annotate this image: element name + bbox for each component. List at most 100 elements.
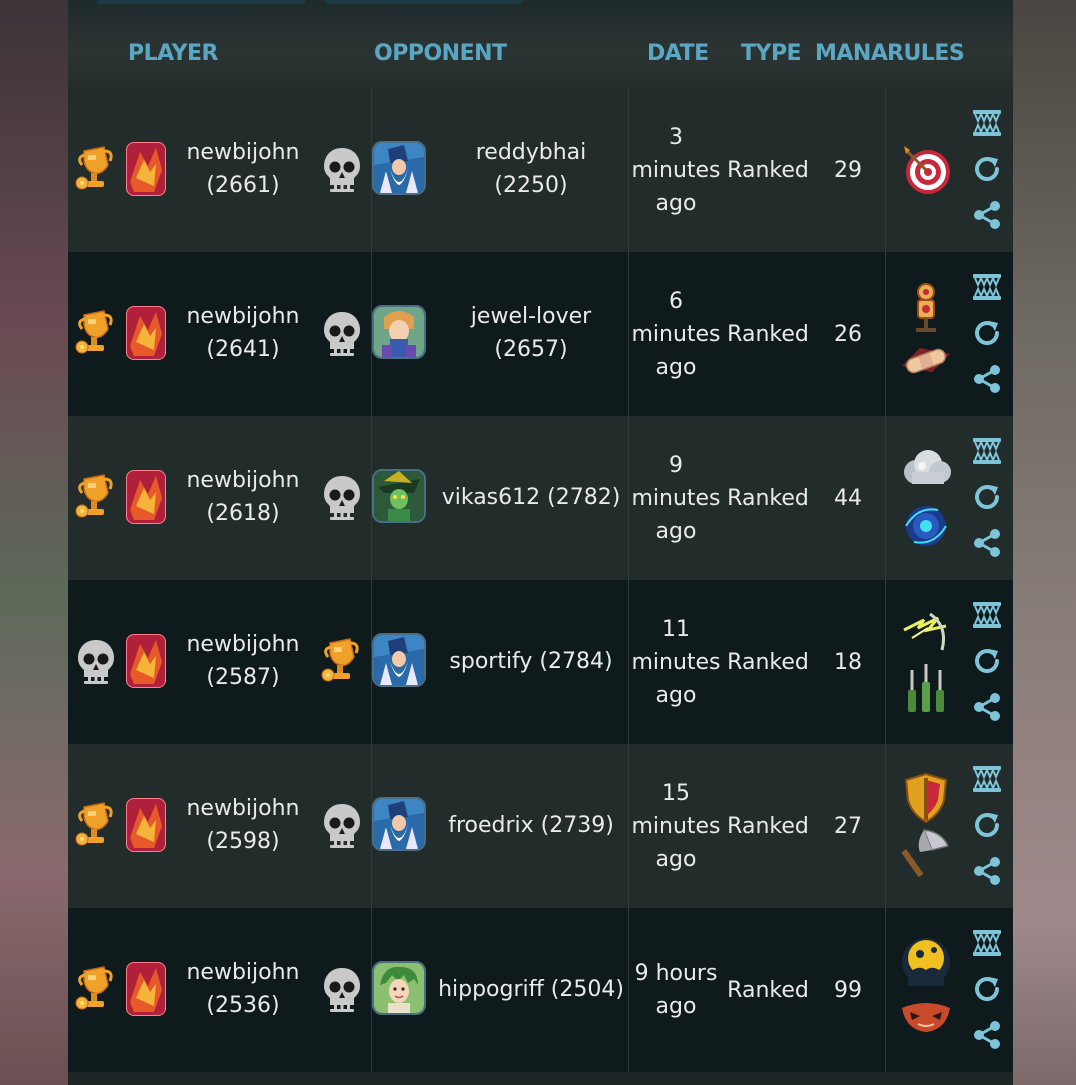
monster-teeth-icon[interactable] bbox=[970, 434, 1004, 468]
header-player[interactable]: PLAYER bbox=[128, 38, 218, 70]
opponent-name[interactable]: hippogriff (2504) bbox=[438, 973, 624, 1006]
battle-row[interactable]: newbijohn (2618) vikas612 (2782) 9 minut… bbox=[68, 416, 1013, 580]
claws-rule-icon[interactable] bbox=[898, 660, 954, 716]
trophy-icon bbox=[74, 472, 118, 522]
background-art-right bbox=[1013, 0, 1076, 1085]
replay-icon[interactable] bbox=[970, 972, 1004, 1006]
replay-icon[interactable] bbox=[970, 480, 1004, 514]
opponent-avatar[interactable] bbox=[372, 305, 426, 359]
target-rule-icon[interactable] bbox=[898, 142, 954, 198]
shield-rule-icon[interactable] bbox=[898, 770, 954, 826]
background-art-left bbox=[0, 0, 68, 1085]
column-divider bbox=[885, 580, 886, 744]
opponent-name-line2[interactable]: (2657) bbox=[494, 333, 567, 366]
battle-row[interactable]: newbijohn (2587) sportify (2784) 11 minu… bbox=[68, 580, 1013, 744]
moon-rule-icon[interactable] bbox=[898, 934, 954, 990]
battle-type: Ranked bbox=[727, 814, 809, 839]
share-icon[interactable] bbox=[970, 854, 1004, 888]
header-type[interactable]: TYPE bbox=[741, 38, 802, 70]
mask-rule-icon[interactable] bbox=[898, 988, 954, 1044]
player-name[interactable]: newbijohn bbox=[186, 628, 299, 661]
axe-rule-icon[interactable] bbox=[898, 824, 954, 880]
header-date[interactable]: DATE bbox=[647, 38, 709, 70]
player-avatar[interactable] bbox=[126, 962, 166, 1016]
rules-cell bbox=[898, 764, 954, 888]
vortex-rule-icon[interactable] bbox=[898, 496, 954, 552]
column-divider bbox=[885, 416, 886, 580]
bandage-rule-icon[interactable] bbox=[898, 332, 954, 388]
player-rating: (2536) bbox=[206, 993, 280, 1018]
date-line-2: minutes bbox=[631, 649, 721, 675]
replay-icon[interactable] bbox=[970, 316, 1004, 350]
filter-button[interactable] bbox=[96, 0, 306, 4]
date-line-1: 3 bbox=[669, 124, 683, 150]
battle-type: Ranked bbox=[727, 322, 809, 347]
player-name[interactable]: newbijohn bbox=[186, 792, 299, 825]
date-line-2: ago bbox=[655, 994, 697, 1019]
trophy-icon bbox=[74, 800, 118, 850]
rules-cell bbox=[898, 600, 954, 724]
share-icon[interactable] bbox=[970, 1018, 1004, 1052]
player-avatar[interactable] bbox=[126, 470, 166, 524]
lightning-rule-icon[interactable] bbox=[898, 606, 954, 662]
share-icon[interactable] bbox=[970, 362, 1004, 396]
opponent-avatar[interactable] bbox=[372, 469, 426, 523]
opponent-name[interactable]: sportify (2784) bbox=[449, 645, 612, 678]
monster-teeth-icon[interactable] bbox=[970, 270, 1004, 304]
player-avatar[interactable] bbox=[126, 142, 166, 196]
skull-icon bbox=[74, 636, 118, 686]
column-divider bbox=[885, 744, 886, 908]
date-line-3: ago bbox=[655, 846, 697, 872]
monster-teeth-icon[interactable] bbox=[970, 926, 1004, 960]
battle-type: Ranked bbox=[727, 650, 809, 675]
battle-row[interactable]: newbijohn (2536) hippogriff (2504) 9 hou… bbox=[68, 908, 1013, 1072]
share-icon[interactable] bbox=[970, 526, 1004, 560]
skull-icon bbox=[320, 144, 364, 194]
date-line-3: ago bbox=[655, 518, 697, 544]
player-avatar[interactable] bbox=[126, 306, 166, 360]
opponent-avatar[interactable] bbox=[372, 633, 426, 687]
skull-icon bbox=[320, 472, 364, 522]
battle-row[interactable]: newbijohn (2661) reddybhai (2250) 3 minu… bbox=[68, 88, 1013, 252]
opponent-name[interactable]: froedrix (2739) bbox=[448, 809, 614, 842]
header-mana[interactable]: MANA bbox=[815, 38, 888, 70]
mana-cap: 27 bbox=[834, 814, 862, 839]
share-icon[interactable] bbox=[970, 198, 1004, 232]
header-opponent[interactable]: OPPONENT bbox=[374, 38, 507, 70]
replay-icon[interactable] bbox=[970, 644, 1004, 678]
mana-cap: 44 bbox=[834, 486, 862, 511]
opponent-name[interactable]: jewel-lover bbox=[471, 300, 591, 333]
battle-type: Ranked bbox=[727, 158, 809, 183]
mana-cap: 99 bbox=[834, 978, 862, 1003]
opponent-avatar[interactable] bbox=[372, 961, 426, 1015]
dummy-target-rule-icon[interactable] bbox=[898, 278, 954, 334]
player-name[interactable]: newbijohn bbox=[186, 136, 299, 169]
cloud-rule-icon[interactable] bbox=[898, 442, 954, 498]
mana-cap: 29 bbox=[834, 158, 862, 183]
player-avatar[interactable] bbox=[126, 798, 166, 852]
player-name[interactable]: newbijohn bbox=[186, 464, 299, 497]
opponent-avatar[interactable] bbox=[372, 797, 426, 851]
monster-teeth-icon[interactable] bbox=[970, 106, 1004, 140]
battle-history-panel: PLAYER OPPONENT DATE TYPE MANA RULES new… bbox=[68, 0, 1013, 1085]
player-name[interactable]: newbijohn bbox=[186, 956, 299, 989]
battle-row[interactable]: newbijohn (2598) froedrix (2739) 15 minu… bbox=[68, 744, 1013, 908]
player-rating: (2661) bbox=[206, 173, 280, 198]
skull-icon bbox=[320, 308, 364, 358]
filter-button[interactable] bbox=[324, 0, 524, 4]
player-avatar[interactable] bbox=[126, 634, 166, 688]
monster-teeth-icon[interactable] bbox=[970, 598, 1004, 632]
header-rules[interactable]: RULES bbox=[887, 38, 965, 70]
opponent-avatar[interactable] bbox=[372, 141, 426, 195]
replay-icon[interactable] bbox=[970, 808, 1004, 842]
battle-row[interactable]: newbijohn (2641) jewel-lover (2657) 6 mi… bbox=[68, 252, 1013, 416]
date-line-2: minutes bbox=[631, 157, 721, 183]
opponent-name[interactable]: vikas612 (2782) bbox=[442, 481, 621, 514]
player-rating: (2641) bbox=[206, 337, 280, 362]
share-icon[interactable] bbox=[970, 690, 1004, 724]
opponent-name[interactable]: reddybhai (2250) bbox=[436, 136, 626, 202]
monster-teeth-icon[interactable] bbox=[970, 762, 1004, 796]
replay-icon[interactable] bbox=[970, 152, 1004, 186]
rules-cell bbox=[898, 928, 954, 1052]
player-name[interactable]: newbijohn bbox=[186, 300, 299, 333]
